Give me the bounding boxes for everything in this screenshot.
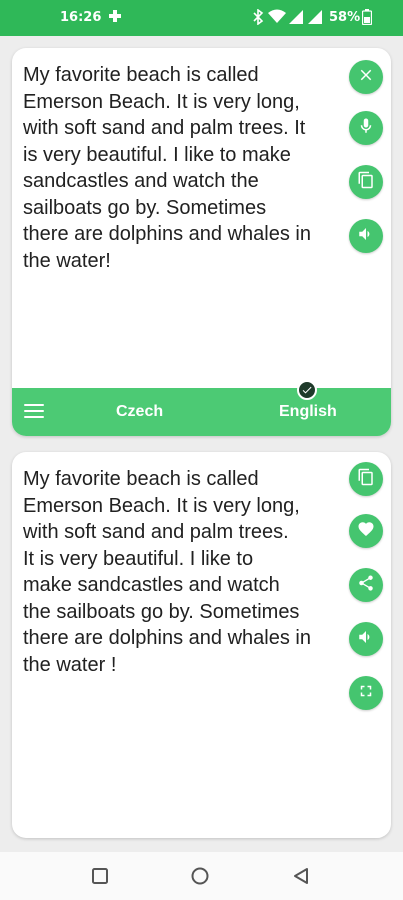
copy-icon — [357, 171, 375, 194]
source-language-selector[interactable]: Czech — [116, 403, 163, 421]
copy-source-button[interactable] — [349, 165, 383, 199]
favorite-button[interactable] — [349, 514, 383, 548]
back-icon[interactable] — [291, 866, 311, 886]
fullscreen-button[interactable] — [349, 676, 383, 710]
microphone-icon — [357, 117, 375, 140]
status-bar: 16:26 58% — [0, 0, 403, 36]
menu-icon[interactable] — [22, 400, 46, 424]
language-bar: Czech English — [12, 388, 391, 436]
clear-button[interactable] — [349, 60, 383, 94]
signal-icon — [308, 9, 322, 29]
speaker-icon — [357, 628, 375, 651]
share-button[interactable] — [349, 568, 383, 602]
bluetooth-icon — [252, 8, 264, 29]
battery-icon — [361, 9, 373, 29]
heart-icon — [357, 520, 375, 543]
speak-translation-button[interactable] — [349, 622, 383, 656]
copy-icon — [357, 468, 375, 491]
fullscreen-icon — [357, 682, 375, 705]
speaker-icon — [357, 225, 375, 248]
check-icon — [297, 380, 317, 400]
translation-panel: My favorite beach is called Emerson Beac… — [12, 452, 391, 838]
status-time: 16:26 — [60, 10, 102, 25]
source-text-input[interactable]: My favorite beach is called Emerson Beac… — [23, 62, 345, 274]
speak-source-button[interactable] — [349, 219, 383, 253]
share-icon — [357, 574, 375, 597]
signal-icon — [289, 9, 303, 29]
translation-text: My favorite beach is called Emerson Beac… — [23, 468, 311, 676]
copy-translation-button[interactable] — [349, 462, 383, 496]
close-icon — [357, 66, 375, 89]
home-icon[interactable] — [190, 866, 210, 886]
app-notification-icon — [107, 9, 123, 29]
battery-percentage: 58% — [329, 10, 361, 25]
target-language-selector[interactable]: English — [279, 403, 337, 421]
system-navigation-bar — [0, 852, 403, 900]
source-panel: My favorite beach is called Emerson Beac… — [12, 48, 391, 436]
voice-input-button[interactable] — [349, 111, 383, 145]
recents-icon[interactable] — [90, 866, 110, 886]
wifi-icon — [268, 9, 286, 29]
